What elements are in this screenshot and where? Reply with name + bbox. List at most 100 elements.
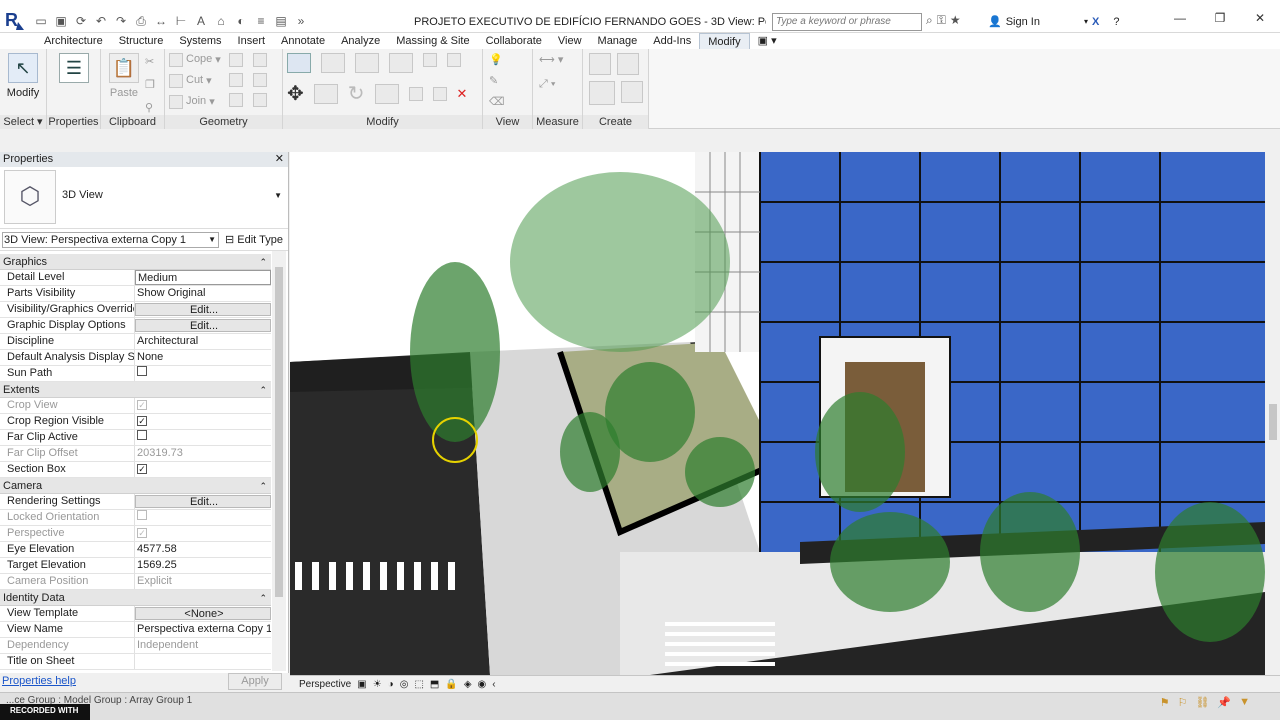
- detail-level-field[interactable]: Medium: [135, 270, 271, 285]
- tab-analyze[interactable]: Analyze: [333, 33, 388, 49]
- close-icon[interactable]: ✕: [1240, 8, 1280, 28]
- ribbon-minimize-icon[interactable]: ▣ ▾: [750, 33, 785, 49]
- create-parts-icon[interactable]: [617, 53, 639, 75]
- offset-icon[interactable]: [321, 53, 345, 73]
- revit-logo-icon[interactable]: R: [2, 8, 24, 30]
- section-extents[interactable]: Extents ⌃: [0, 382, 271, 398]
- print-icon[interactable]: ⎙: [132, 12, 150, 30]
- cut-geometry-button[interactable]: Cut ▾: [169, 74, 212, 88]
- tab-annotate[interactable]: Annotate: [273, 33, 333, 49]
- aligned-dimension-icon[interactable]: ⤢ ▾: [539, 78, 563, 91]
- sun-path-checkbox[interactable]: [137, 366, 147, 376]
- viewport-scrollbar[interactable]: [1266, 152, 1280, 675]
- qat-dropdown-icon[interactable]: »: [292, 12, 310, 30]
- lock-view-icon[interactable]: 🔒: [445, 679, 457, 690]
- move-icon[interactable]: ✥: [287, 81, 304, 106]
- visual-style-icon[interactable]: ▣: [357, 679, 366, 690]
- close-icon[interactable]: ✕: [275, 152, 284, 167]
- trim-icon[interactable]: [374, 83, 399, 104]
- thin-lines-icon[interactable]: ≡: [252, 12, 270, 30]
- vg-overrides-edit-button[interactable]: Edit...: [135, 303, 271, 316]
- minimize-icon[interactable]: —: [1160, 8, 1200, 28]
- mirror-axis-icon[interactable]: [355, 53, 379, 73]
- tab-architecture[interactable]: Architecture: [36, 33, 111, 49]
- paint-brush-icon[interactable]: ✎: [489, 74, 505, 87]
- scroll-thumb[interactable]: [275, 267, 283, 597]
- cope-button[interactable]: Cope ▾: [169, 53, 221, 67]
- create-group-icon[interactable]: [589, 81, 615, 105]
- rotate-icon[interactable]: ↻: [348, 81, 365, 106]
- tab-massing-site[interactable]: Massing & Site: [388, 33, 477, 49]
- eye-elevation-field[interactable]: 4577.58: [135, 542, 271, 557]
- hide-isolate-icon[interactable]: ◈: [464, 679, 472, 690]
- worksets-icon[interactable]: ⚑: [1160, 696, 1170, 709]
- cut-icon[interactable]: ✂: [145, 55, 155, 68]
- close-windows-icon[interactable]: ▤: [272, 12, 290, 30]
- section-identity-data[interactable]: Identity Data ⌃: [0, 590, 271, 606]
- copy-element-icon[interactable]: [313, 83, 338, 104]
- search-input[interactable]: Type a keyword or phrase: [772, 13, 922, 31]
- far-clip-active-checkbox[interactable]: [137, 430, 147, 440]
- eraser-icon[interactable]: ⌫: [489, 95, 505, 108]
- tab-systems[interactable]: Systems: [171, 33, 229, 49]
- parts-visibility-field[interactable]: Show Original: [135, 286, 271, 301]
- wall-joins-icon[interactable]: [229, 53, 243, 67]
- title-on-sheet-field[interactable]: [135, 654, 271, 669]
- edit-type-button[interactable]: ⊟ Edit Type: [225, 233, 283, 246]
- binoculars-icon[interactable]: ⌕: [926, 13, 933, 28]
- apply-button[interactable]: Apply: [228, 673, 282, 690]
- help-icon[interactable]: ?: [1113, 13, 1119, 31]
- remove-paint-icon[interactable]: [253, 93, 267, 107]
- instance-selector[interactable]: 3D View: Perspectiva externa Copy 1 ▼: [2, 232, 219, 248]
- subscription-icon[interactable]: ⚿: [937, 13, 946, 28]
- tab-structure[interactable]: Structure: [111, 33, 172, 49]
- join-button[interactable]: Join ▾: [169, 95, 215, 109]
- lightbulb-icon[interactable]: 💡: [489, 53, 505, 66]
- tab-insert[interactable]: Insert: [230, 33, 274, 49]
- 3d-view-icon[interactable]: ⌂: [212, 12, 230, 30]
- target-elevation-field[interactable]: 1569.25: [135, 558, 271, 573]
- section-graphics[interactable]: Graphics ⌃: [0, 254, 271, 270]
- measure-icon[interactable]: ↔: [152, 12, 170, 30]
- design-options-icon[interactable]: ⚐: [1178, 696, 1188, 709]
- select-links-icon[interactable]: ⛓: [1195, 696, 1209, 709]
- open-icon[interactable]: ▭: [32, 12, 50, 30]
- properties-button[interactable]: ☰: [57, 53, 91, 103]
- create-assembly-icon[interactable]: [589, 53, 611, 75]
- view-template-button[interactable]: <None>: [135, 607, 271, 620]
- sync-icon[interactable]: ⟳: [72, 12, 90, 30]
- pin-icon[interactable]: [447, 53, 461, 67]
- sun-path-icon[interactable]: ☀: [373, 679, 382, 690]
- render-icon[interactable]: ◎: [400, 679, 409, 690]
- demolish-icon[interactable]: [253, 73, 267, 87]
- chevron-left-icon[interactable]: ‹: [492, 679, 495, 690]
- create-similar-icon[interactable]: [621, 81, 643, 103]
- analysis-display-field[interactable]: None: [135, 350, 271, 365]
- select-pinned-icon[interactable]: 📌: [1217, 696, 1231, 709]
- view-name-field[interactable]: Perspectiva externa Copy 1: [135, 622, 271, 637]
- split-face-icon[interactable]: [229, 73, 243, 87]
- tab-view[interactable]: View: [550, 33, 590, 49]
- exchange-icon[interactable]: X: [1092, 13, 1099, 31]
- array-icon[interactable]: [408, 86, 423, 101]
- rendering-settings-edit-button[interactable]: Edit...: [135, 495, 271, 508]
- split-icon[interactable]: [423, 53, 437, 67]
- mirror-draw-icon[interactable]: [389, 53, 413, 73]
- section-icon[interactable]: ◐: [232, 12, 250, 30]
- crop-view-icon[interactable]: ⬚: [414, 679, 423, 690]
- type-selector[interactable]: ⬡ 3D View ▼: [0, 167, 288, 229]
- tab-modify[interactable]: Modify: [699, 33, 750, 49]
- join-roof-icon[interactable]: [253, 53, 267, 67]
- tab-add-ins[interactable]: Add-Ins: [645, 33, 699, 49]
- section-box-checkbox[interactable]: ✓: [137, 464, 147, 474]
- tab-collaborate[interactable]: Collaborate: [478, 33, 550, 49]
- paint-icon[interactable]: [229, 93, 243, 107]
- restore-icon[interactable]: ❐: [1200, 8, 1240, 28]
- modify-button[interactable]: ↖ Modify: [6, 53, 40, 103]
- section-camera[interactable]: Camera ⌃: [0, 478, 271, 494]
- scroll-thumb[interactable]: [1269, 404, 1277, 440]
- discipline-field[interactable]: Architectural: [135, 334, 271, 349]
- select-panel-label[interactable]: Select ▾: [0, 115, 46, 129]
- sign-in-button[interactable]: 👤 Sign In ▾ X ?: [988, 13, 1119, 31]
- dimension-icon[interactable]: ⊢: [172, 12, 190, 30]
